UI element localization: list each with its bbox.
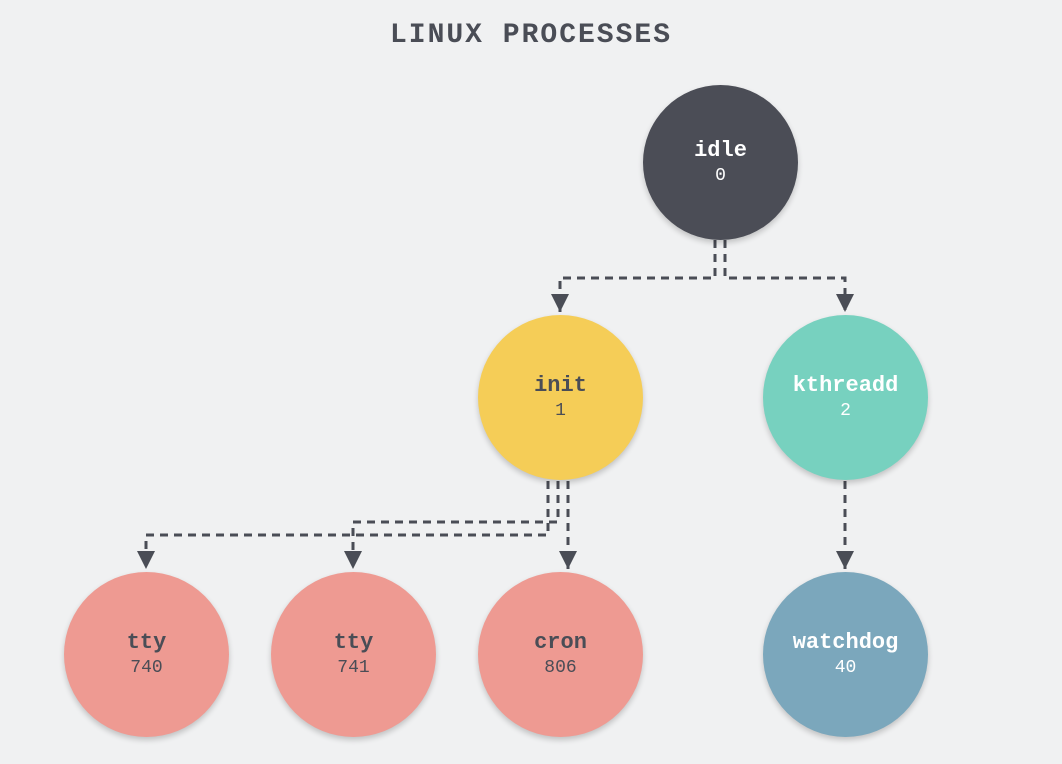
node-tty-740: tty 740 <box>64 572 229 737</box>
node-watchdog: watchdog 40 <box>763 572 928 737</box>
node-idle-name: idle <box>694 138 747 164</box>
node-tty-741: tty 741 <box>271 572 436 737</box>
node-tty-740-pid: 740 <box>130 658 162 680</box>
node-kthreadd-pid: 2 <box>840 401 851 423</box>
node-init: init 1 <box>478 315 643 480</box>
node-tty-741-pid: 741 <box>337 658 369 680</box>
edge-idle-kthreadd <box>725 240 845 312</box>
node-tty-741-name: tty <box>334 630 374 656</box>
node-init-name: init <box>534 373 587 399</box>
node-kthreadd: kthreadd 2 <box>763 315 928 480</box>
node-init-pid: 1 <box>555 401 566 423</box>
node-cron-name: cron <box>534 630 587 656</box>
edge-idle-init <box>560 240 715 312</box>
node-cron: cron 806 <box>478 572 643 737</box>
node-cron-pid: 806 <box>544 658 576 680</box>
node-watchdog-name: watchdog <box>793 630 899 656</box>
node-kthreadd-name: kthreadd <box>793 373 899 399</box>
node-idle: idle 0 <box>643 85 798 240</box>
edge-init-tty1 <box>146 481 548 569</box>
diagram-title: LINUX PROCESSES <box>0 20 1062 51</box>
node-idle-pid: 0 <box>715 166 726 188</box>
node-tty-740-name: tty <box>127 630 167 656</box>
node-watchdog-pid: 40 <box>835 658 857 680</box>
edge-init-tty2 <box>353 481 558 569</box>
